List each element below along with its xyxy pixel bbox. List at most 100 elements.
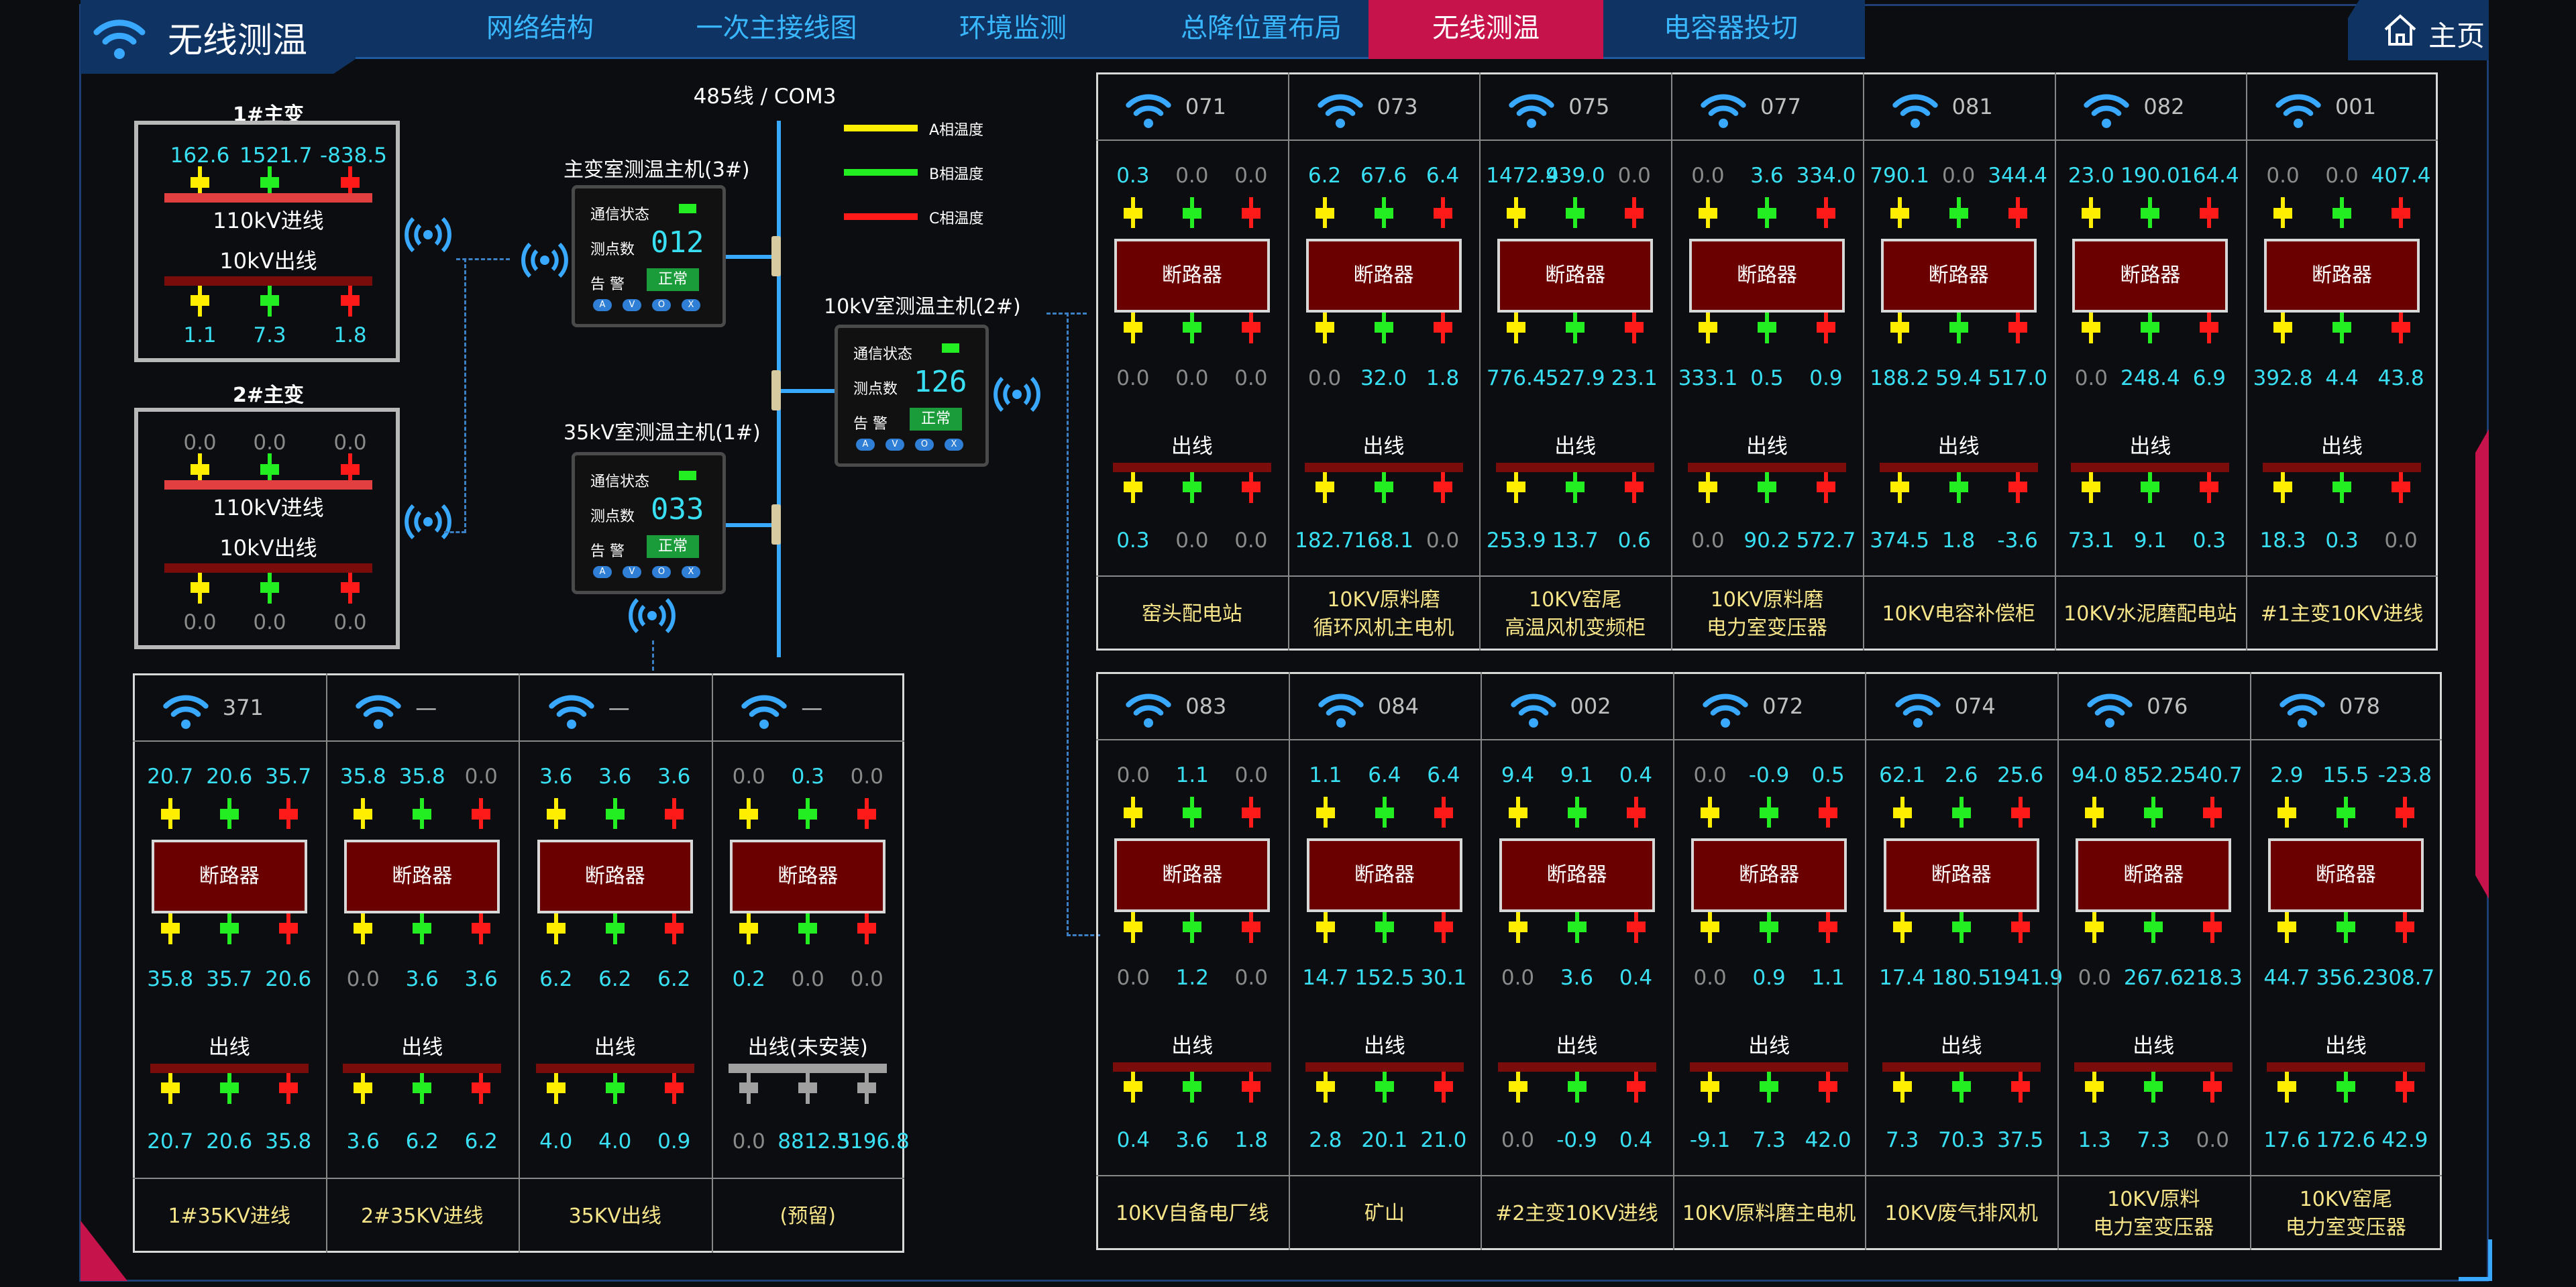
phase-a-sensor-cap (1508, 921, 1527, 932)
bus-connector (726, 255, 777, 259)
outlet-label: 出线 (1171, 1034, 1214, 1058)
host-key-button[interactable]: A (593, 566, 612, 578)
phase-c-sensor-cap (341, 464, 360, 475)
tab-wireless-temp[interactable]: 无线测温 (1368, 0, 1603, 59)
outlet-busbar (1879, 463, 2038, 472)
phase-a-sensor-cap (2273, 482, 2293, 492)
column-divider (1865, 672, 1867, 1250)
temp-mid-b: 152.5 (1354, 966, 1415, 990)
temp-mid-a: 35.8 (147, 967, 194, 991)
tab-network-structure[interactable]: 网络结构 (470, 0, 610, 59)
column-divider (1672, 672, 1674, 1250)
tab-capacitor[interactable]: 电容器投切 (1644, 0, 1818, 59)
phase-b-sensor-cap (413, 923, 432, 934)
wifi-icon (2279, 693, 2325, 728)
panel-top (1096, 72, 2438, 651)
transformer-out-value-a: 1.1 (183, 323, 217, 347)
home-label[interactable]: 主页 (2428, 13, 2485, 54)
wifi-icon (549, 695, 594, 729)
phase-c-sensor-cap (1242, 807, 1261, 818)
host-key-button[interactable]: V (623, 299, 641, 311)
signal-icon (405, 217, 451, 253)
tab-layout[interactable]: 总降位置布局 (1161, 0, 1362, 59)
host-key-button[interactable]: A (593, 299, 612, 311)
circuit-name: (预留) (780, 1205, 836, 1228)
temp-mid-b: 527.9 (1545, 366, 1605, 390)
host-key-button[interactable]: X (682, 566, 700, 578)
host-key-button[interactable]: V (623, 566, 641, 578)
host-key-button[interactable]: O (652, 299, 671, 311)
phase-a-sensor-cap (2273, 208, 2293, 219)
wifi-icon (163, 695, 209, 729)
temp-top-a: 23.0 (2068, 164, 2114, 188)
status-led (679, 471, 696, 480)
temp-out-c: 0.6 (1617, 528, 1651, 553)
side-decoration (2475, 429, 2489, 899)
phase-c-sensor-cap (1434, 807, 1453, 818)
bus-connector (726, 523, 777, 527)
host-key-button[interactable]: X (945, 439, 963, 451)
temp-mid-c: 0.4 (1619, 966, 1653, 990)
phase-c-sensor-cap (664, 923, 684, 934)
tab-primary-wiring[interactable]: 一次主接线图 (684, 0, 869, 59)
temp-mid-b: 0.0 (1175, 366, 1209, 390)
phase-a-sensor-cap (1507, 482, 1526, 492)
circuit-id: 082 (2143, 94, 2185, 119)
temp-mid-a: 0.0 (2078, 966, 2111, 990)
temp-mid-b: 248.4 (2120, 366, 2180, 390)
temp-mid-a: 0.2 (732, 967, 765, 991)
breaker-box: 断路器 (151, 840, 307, 913)
corner-decoration-blue (2459, 1239, 2492, 1281)
status-label: 通信状态 (590, 473, 650, 490)
phase-c-sensor-cap (1434, 1081, 1453, 1092)
phase-b-sensor-cap (605, 923, 625, 934)
phase-b-sensor-cap (1757, 322, 1776, 333)
host-key-button[interactable]: X (682, 299, 700, 311)
temp-out-c: 6.2 (464, 1129, 498, 1154)
column-divider (1288, 672, 1290, 1250)
temp-mid-b: 0.5 (1750, 366, 1784, 390)
column-divider (711, 673, 713, 1253)
busbar-10kv (164, 276, 372, 286)
circuit-name: 35KV出线 (568, 1205, 661, 1228)
temp-out-c: 0.4 (1619, 1128, 1653, 1152)
host-key-button[interactable]: O (652, 566, 671, 578)
phase-a-sensor-cap (1123, 482, 1142, 492)
signal-icon (521, 242, 568, 278)
temp-out-a: 20.7 (147, 1129, 194, 1154)
temp-top-c: 0.0 (1234, 164, 1268, 188)
phase-c-sensor-cap (2392, 482, 2411, 492)
outlet-busbar (1687, 463, 1846, 472)
phase-c-sensor-cap (1241, 482, 1260, 492)
outlet-busbar (729, 1064, 888, 1073)
host-key-button[interactable]: V (885, 439, 904, 451)
temp-top-c: 164.4 (2179, 164, 2239, 188)
app-title: 无线测温 (168, 21, 308, 61)
phase-b-sensor-cap (1375, 1081, 1394, 1092)
out-label: 10kV出线 (219, 248, 317, 274)
phase-c-sensor-cap (1816, 322, 1835, 333)
phase-a-sensor-cap (1507, 208, 1526, 219)
alarm-label: 告 警 (590, 543, 625, 560)
temp-mid-a: 14.7 (1302, 966, 1349, 990)
legend-swatch-a (844, 125, 918, 131)
home-icon[interactable] (2381, 11, 2419, 48)
tab-environment[interactable]: 环境监测 (939, 0, 1087, 59)
phase-b-sensor-cap (260, 295, 279, 306)
temp-mid-a: 44.7 (2263, 966, 2310, 990)
temp-mid-b: 35.7 (206, 967, 253, 991)
alarm-status: 正常 (647, 535, 699, 558)
temp-mid-c: 43.8 (2377, 366, 2424, 390)
phase-a-sensor-cap (1315, 482, 1334, 492)
outlet-busbar (1690, 1062, 1849, 1072)
temp-mid-c: 1941.9 (1990, 966, 2063, 990)
phase-a-sensor-cap (1892, 1081, 1912, 1092)
phase-c-sensor-cap (278, 923, 298, 934)
temp-top-c: 407.4 (2371, 164, 2431, 188)
phase-a-sensor-cap (2277, 921, 2296, 932)
phase-a-sensor-cap (739, 1082, 759, 1093)
host-key-button[interactable]: O (915, 439, 934, 451)
circuit-id: — (801, 695, 823, 720)
host-key-button[interactable]: A (856, 439, 875, 451)
temp-top-a: 0.0 (1691, 164, 1725, 188)
